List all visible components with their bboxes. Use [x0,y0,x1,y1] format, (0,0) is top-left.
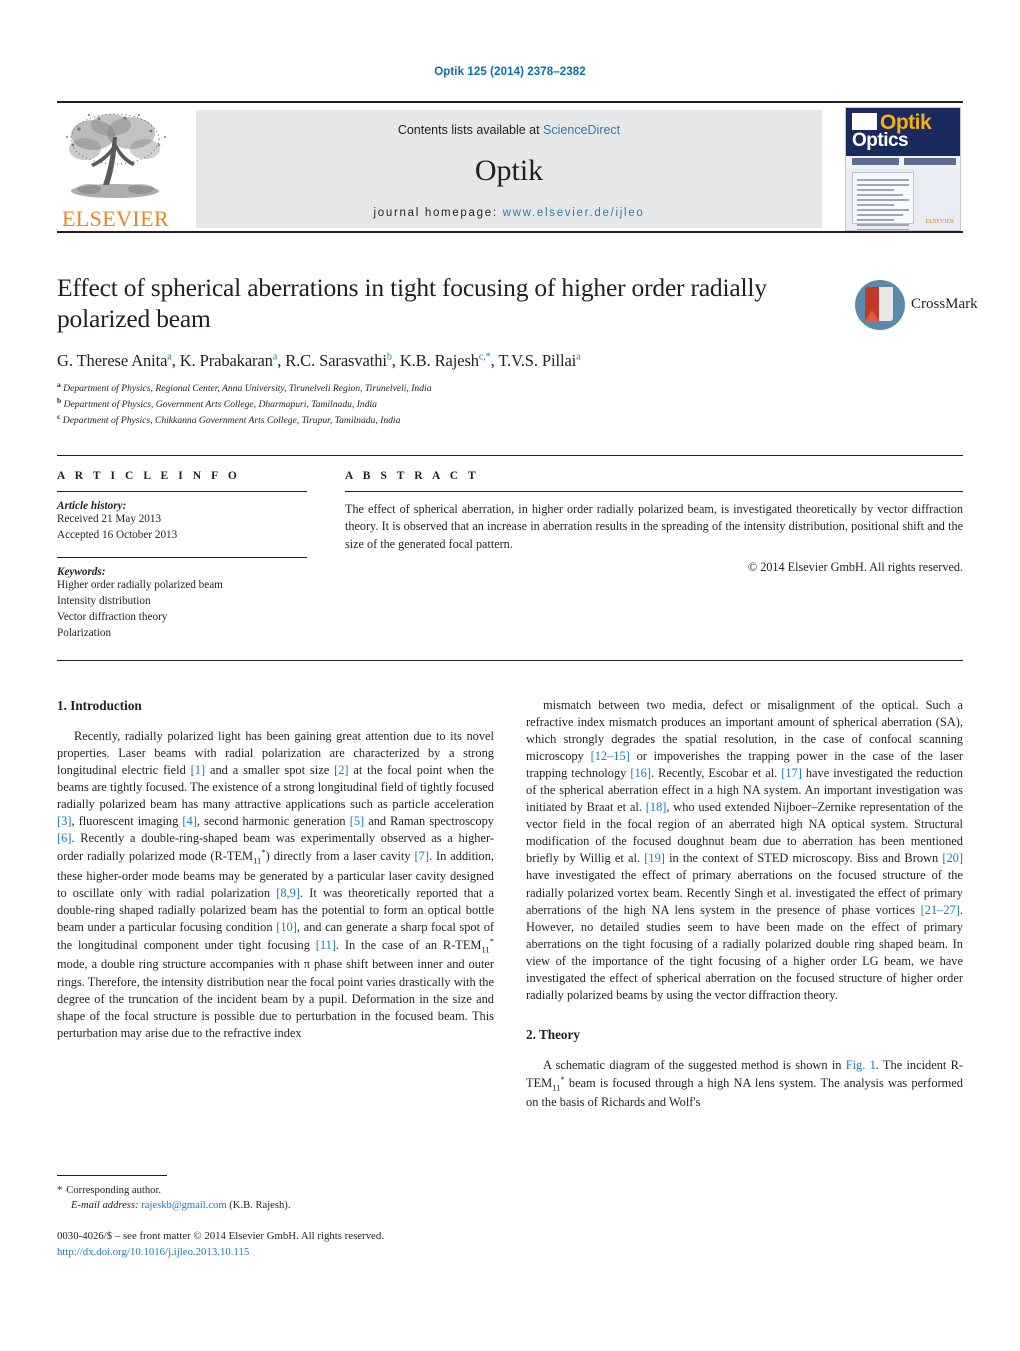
corresponding-author-marker: * [57,1185,63,1196]
info-divider-bottom [57,660,963,661]
affiliation-text: Department of Physics, Chikkanna Governm… [62,415,401,427]
author-list: G. Therese Anitaa, K. Prabakarana, R.C. … [57,351,581,371]
section-heading-introduction: 1. Introduction [57,698,142,713]
article-info-heading: A R T I C L E I N F O [57,470,241,482]
body-column-left: 1. Introduction Recently, radially polar… [57,697,494,1042]
email-label: E-mail address: [71,1200,139,1212]
email-owner: (K.B. Rajesh). [229,1200,291,1212]
affiliation-item: a Department of Physics, Regional Center… [57,380,963,396]
journal-masthead: ELSEVIER Contents lists available at Sci… [57,101,963,233]
cover-text-lines [857,179,909,230]
sciencedirect-link[interactable]: ScienceDirect [543,123,620,137]
keyword-item: Higher order radially polarized beam [57,578,223,591]
cover-publisher-label: ELSEVIER [925,219,954,225]
imprint-block: 0030-4026/$ – see front matter © 2014 El… [57,1228,557,1260]
theory-paragraph: A schematic diagram of the suggested met… [526,1057,964,1110]
page-title: Effect of spherical aberrations in tight… [57,273,767,334]
article-history: Article history: Received 21 May 2013 Ac… [57,500,307,544]
affiliation-marker: b [57,396,62,406]
cover-subtitle-band [852,158,956,165]
crossmark-icon [855,280,905,330]
title-block: Effect of spherical aberrations in tight… [57,272,978,429]
affiliation-marker: c [57,412,61,422]
cover-title-bottom: Optics [852,130,909,151]
abstract-rule [345,491,963,492]
corresponding-author-line: * Corresponding author. [57,1183,494,1198]
article-info-column: A R T I C L E I N F O Article history: R… [57,470,307,641]
body-column-right: mismatch between two media, defect or mi… [526,697,963,1111]
journal-banner: Contents lists available at ScienceDirec… [196,110,822,228]
abstract-heading: A B S T R A C T [345,470,480,482]
email-link[interactable]: rajeskb@gmail.com [141,1200,226,1211]
cover-publisher-badge [852,113,877,130]
abstract-column: A B S T R A C T The effect of spherical … [345,470,963,575]
affiliation-marker: a [57,380,61,390]
journal-title: Optik [474,154,544,187]
journal-cover-thumbnail: Optik Optics ELSEVIER [845,107,961,231]
affiliation-text: Department of Physics, Government Arts C… [63,399,377,411]
contents-available-line: Contents lists available at ScienceDirec… [196,123,822,137]
crossmark-badge[interactable]: CrossMark [855,280,978,342]
contents-prefix: Contents lists available at [397,123,544,137]
received-date: Received 21 May 2013 [57,513,162,525]
corresponding-author-label: Corresponding author. [66,1185,162,1196]
article-info-rule [57,491,307,492]
cover-body: ELSEVIER [846,168,960,230]
elsevier-wordmark: ELSEVIER [61,206,170,231]
abstract-text: The effect of spherical aberration, in h… [345,502,963,551]
homepage-label: journal homepage: [373,207,498,219]
affiliation-text: Department of Physics, Regional Center, … [63,383,432,395]
affiliation-list: a Department of Physics, Regional Center… [57,380,963,428]
cover-header: Optik Optics [846,108,960,156]
article-history-label: Article history: [57,500,127,512]
elsevier-logo: ELSEVIER [59,109,172,231]
paper-page: Optik 125 (2014) 2378–2382 ELSEVIER Cont… [0,0,1020,1351]
imprint-line: 0030-4026/$ – see front matter © 2014 El… [57,1230,384,1242]
corresponding-author-footnote: * Corresponding author. E-mail address: r… [57,1175,494,1214]
affiliation-item: c Department of Physics, Chikkanna Gover… [57,412,963,428]
journal-homepage-line: journal homepage: www.elsevier.de/ijleo [196,207,822,219]
accepted-date: Accepted 16 October 2013 [57,528,178,541]
abstract-copyright: © 2014 Elsevier GmbH. All rights reserve… [747,560,963,575]
elsevier-tree-icon [59,109,172,207]
keyword-item: Intensity distribution [57,594,151,607]
keywords-label: Keywords: [57,565,106,578]
introduction-paragraph: Recently, radially polarized light has b… [57,729,495,1040]
footnote-divider [57,1175,167,1176]
email-line: E-mail address: rajeskb@gmail.com (K.B. … [57,1198,494,1213]
info-divider-top [57,455,963,456]
keywords-group: Keywords: Higher order radially polarize… [57,566,307,642]
introduction-continued: mismatch between two media, defect or mi… [526,698,963,1002]
running-head: Optik 125 (2014) 2378–2382 [434,66,586,78]
cover-contents-panel [852,172,914,230]
crossmark-label: CrossMark [911,296,978,312]
section-heading-theory: 2. Theory [526,1026,580,1042]
article-info-rule-2 [57,556,307,558]
affiliation-item: b Department of Physics, Government Arts… [57,396,963,412]
keyword-item: Vector diffraction theory [57,610,168,623]
homepage-link[interactable]: www.elsevier.de/ijleo [503,207,645,219]
doi-link[interactable]: http://dx.doi.org/10.1016/j.ijleo.2013.1… [57,1246,249,1258]
keyword-item: Polarization [57,626,112,639]
